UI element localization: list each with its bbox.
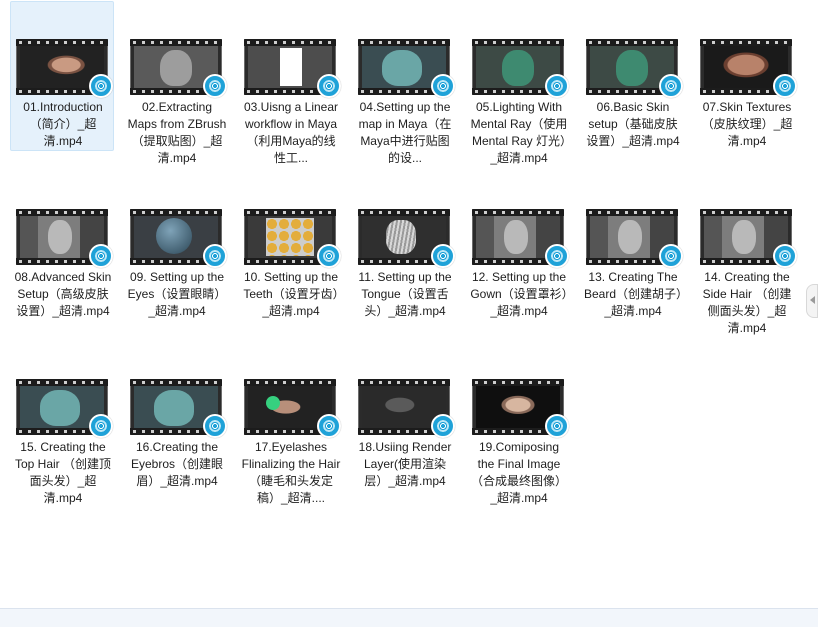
film-strip-edge <box>244 39 336 46</box>
media-player-icon <box>545 244 569 268</box>
media-player-icon <box>203 74 227 98</box>
media-player-icon <box>659 74 683 98</box>
file-name-label: 09. Setting up the Eyes（设置眼睛）_超清.mp4 <box>127 270 227 318</box>
file-item[interactable]: 03.Uisng a Linear workflow in Maya （利用Ma… <box>238 1 342 165</box>
file-name-label: 15. Creating the Top Hair （创建顶面头发）_超清.mp… <box>14 440 112 505</box>
file-item[interactable]: 10. Setting up the Teeth（设置牙齿）_超清.mp4 <box>238 171 342 321</box>
media-player-icon <box>773 74 797 98</box>
file-name-label: 11. Setting up the Tongue（设置舌头）_超清.mp4 <box>358 270 452 318</box>
media-player-icon <box>545 74 569 98</box>
file-item[interactable]: 15. Creating the Top Hair （创建顶面头发）_超清.mp… <box>10 341 114 505</box>
file-grid: 01.Introduction（简介）_超清.mp4 02.Extracting … <box>0 0 818 608</box>
media-player-icon <box>89 74 113 98</box>
file-name-label: 03.Uisng a Linear workflow in Maya （利用Ma… <box>243 100 339 165</box>
media-player-icon <box>773 244 797 268</box>
file-item[interactable]: 12. Setting up the Gown（设置罩衫）_超清.mp4 <box>466 171 570 321</box>
media-player-icon <box>431 74 455 98</box>
media-player-icon <box>317 74 341 98</box>
film-strip-edge <box>358 39 450 46</box>
file-name-label: 08.Advanced Skin Setup（高级皮肤设置）_超清.mp4 <box>14 270 112 318</box>
file-item[interactable]: 13. Creating The Beard（创建胡子）_超清.mp4 <box>580 171 684 321</box>
file-item[interactable]: 14. Creating the Side Hair （创建侧面头发）_超清.m… <box>694 171 798 335</box>
film-strip-edge <box>700 39 792 46</box>
file-name-label: 14. Creating the Side Hair （创建侧面头发）_超清.m… <box>702 270 792 335</box>
file-name-label: 07.Skin Textures（皮肤纹理）_超清.mp4 <box>701 100 793 148</box>
film-strip-edge <box>130 379 222 386</box>
media-player-icon <box>545 414 569 438</box>
film-strip-edge <box>244 209 336 216</box>
file-item[interactable]: 17.Eyelashes Flinalizing the Hair（睫毛和头发定… <box>238 341 342 505</box>
file-item[interactable]: 04.Setting up the map in Maya（在Maya中进行贴图… <box>352 1 456 165</box>
film-strip-edge <box>130 39 222 46</box>
film-strip-edge <box>244 379 336 386</box>
file-name-label: 06.Basic Skin setup（基础皮肤设置）_超清.mp4 <box>586 100 680 148</box>
media-player-icon <box>659 244 683 268</box>
film-strip-edge <box>586 39 678 46</box>
scroll-right-handle[interactable] <box>806 284 818 318</box>
file-name-label: 17.Eyelashes Flinalizing the Hair（睫毛和头发定… <box>241 440 341 505</box>
file-item[interactable]: 16.Creating the Eyebros（创建眼眉）_超清.mp4 <box>124 341 228 491</box>
file-name-label: 16.Creating the Eyebros（创建眼眉）_超清.mp4 <box>130 440 224 488</box>
film-strip-edge <box>16 39 108 46</box>
film-strip-edge <box>358 379 450 386</box>
media-player-icon <box>203 244 227 268</box>
file-name-label: 05.Lighting With Mental Ray（使用Mental Ray… <box>470 100 568 165</box>
media-player-icon <box>431 244 455 268</box>
film-strip-edge <box>16 209 108 216</box>
film-strip-edge <box>130 209 222 216</box>
media-player-icon <box>89 244 113 268</box>
file-item[interactable]: 01.Introduction（简介）_超清.mp4 <box>10 1 114 151</box>
status-bar <box>0 608 818 627</box>
file-name-label: 18.Usiing Render Layer(使用渲染层）_超清.mp4 <box>358 440 452 488</box>
media-player-icon <box>203 414 227 438</box>
film-strip-edge <box>358 209 450 216</box>
file-name-label: 04.Setting up the map in Maya（在Maya中进行贴图… <box>358 100 452 165</box>
file-item[interactable]: 07.Skin Textures（皮肤纹理）_超清.mp4 <box>694 1 798 151</box>
file-item[interactable]: 09. Setting up the Eyes（设置眼睛）_超清.mp4 <box>124 171 228 321</box>
file-name-label: 19.Comiposing the Final Image（合成最终图像）_超清… <box>470 440 567 505</box>
file-name-label: 13. Creating The Beard（创建胡子）_超清.mp4 <box>583 270 683 318</box>
media-player-icon <box>89 414 113 438</box>
media-player-icon <box>431 414 455 438</box>
film-strip-edge <box>16 379 108 386</box>
file-name-label: 10. Setting up the Teeth（设置牙齿）_超清.mp4 <box>243 270 339 318</box>
file-item[interactable]: 06.Basic Skin setup（基础皮肤设置）_超清.mp4 <box>580 1 684 151</box>
file-item[interactable]: 05.Lighting With Mental Ray（使用Mental Ray… <box>466 1 570 165</box>
media-player-icon <box>317 414 341 438</box>
file-item[interactable]: 11. Setting up the Tongue（设置舌头）_超清.mp4 <box>352 171 456 321</box>
film-strip-edge <box>586 209 678 216</box>
media-player-icon <box>317 244 341 268</box>
file-item[interactable]: 02.Extracting Maps from ZBrush （提取贴图）_超清… <box>124 1 228 165</box>
film-strip-edge <box>700 209 792 216</box>
file-item[interactable]: 18.Usiing Render Layer(使用渲染层）_超清.mp4 <box>352 341 456 491</box>
film-strip-edge <box>472 39 564 46</box>
file-item[interactable]: 19.Comiposing the Final Image（合成最终图像）_超清… <box>466 341 570 505</box>
file-name-label: 12. Setting up the Gown（设置罩衫）_超清.mp4 <box>470 270 568 318</box>
file-item[interactable]: 08.Advanced Skin Setup（高级皮肤设置）_超清.mp4 <box>10 171 114 321</box>
film-strip-edge <box>472 379 564 386</box>
file-name-label: 02.Extracting Maps from ZBrush （提取贴图）_超清… <box>127 100 227 165</box>
file-name-label: 01.Introduction（简介）_超清.mp4 <box>23 100 103 148</box>
film-strip-edge <box>472 209 564 216</box>
